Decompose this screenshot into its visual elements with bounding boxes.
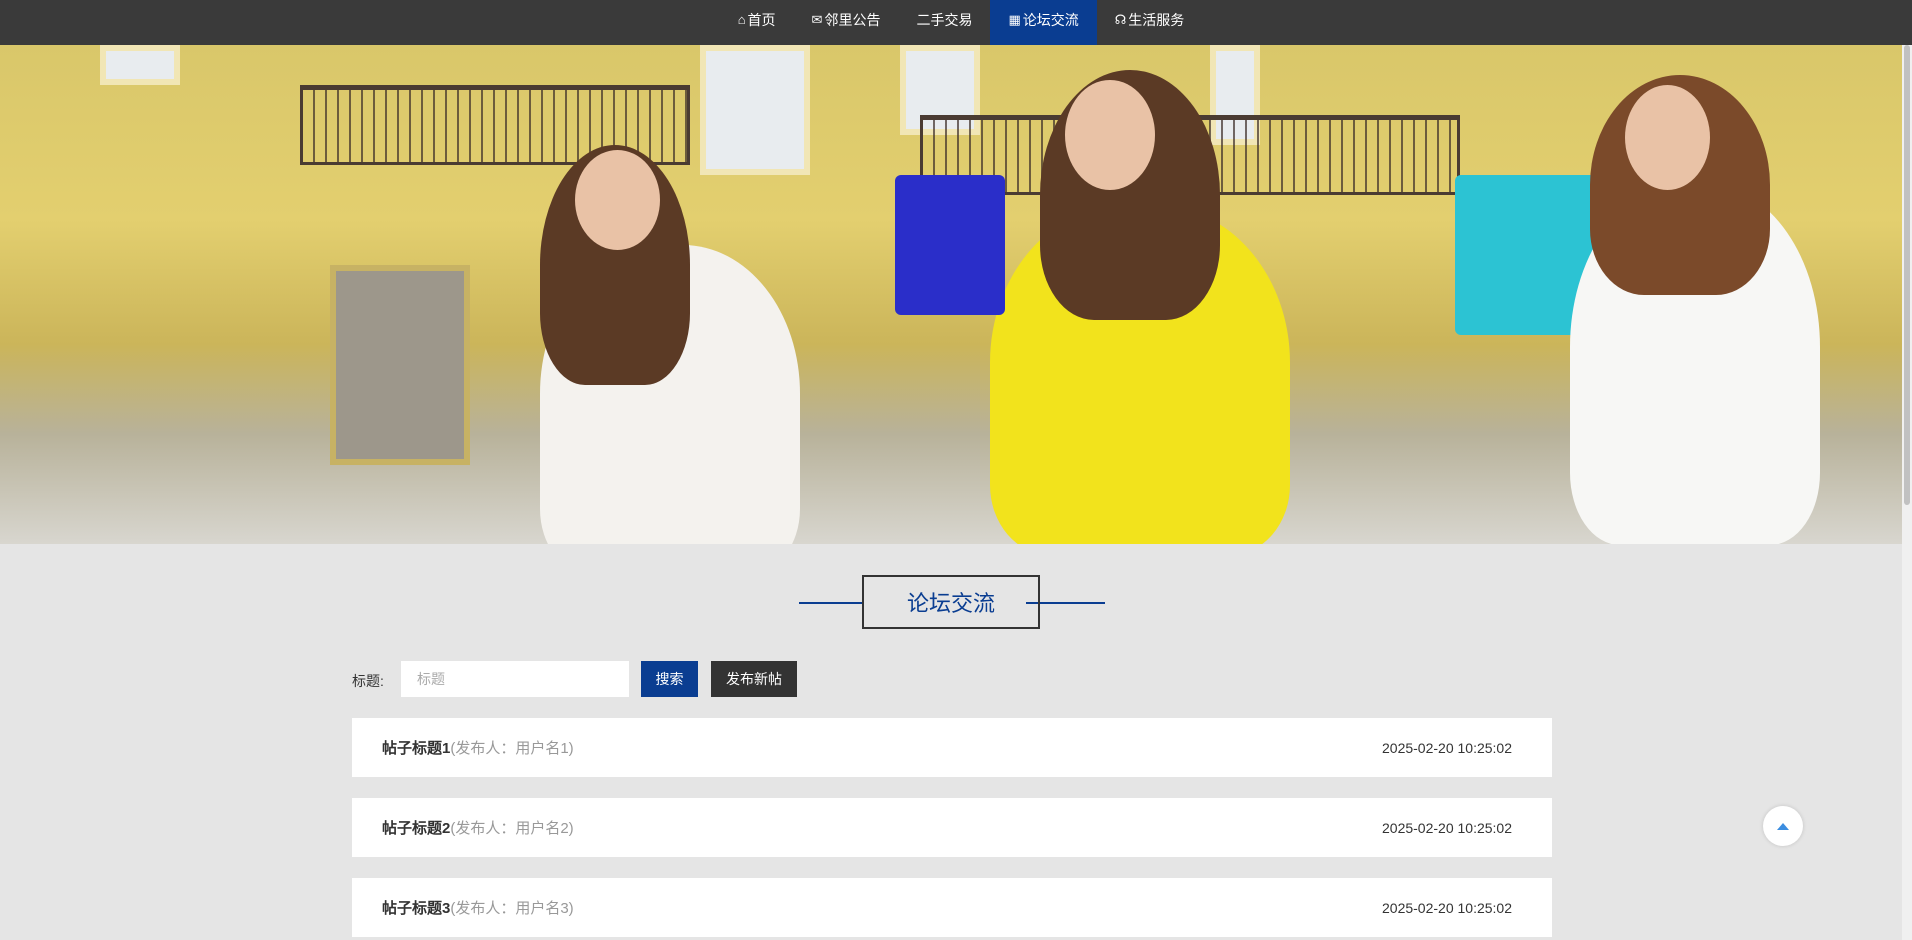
headset-icon: ☊	[1114, 12, 1127, 27]
post-author: (发布人：用户名3)	[450, 900, 574, 917]
back-to-top-button[interactable]	[1763, 806, 1803, 846]
post-title: 帖子标题2	[382, 820, 451, 837]
post-date: 2025-02-20 10:25:02	[1382, 739, 1512, 756]
post-date: 2025-02-20 10:25:02	[1382, 899, 1512, 916]
nav-item-forum[interactable]: ▦ 论坛交流	[990, 0, 1097, 45]
title-search-label: 标题:	[352, 673, 384, 689]
new-post-button[interactable]: 发布新帖	[711, 661, 797, 697]
nav-item-services[interactable]: ☊ 生活服务	[1097, 0, 1203, 45]
nav-label: 生活服务	[1128, 12, 1185, 28]
envelope-icon: ✉	[811, 12, 823, 27]
search-button[interactable]: 搜索	[641, 661, 698, 697]
nav-label: 论坛交流	[1022, 12, 1079, 28]
post-title: 帖子标题1	[382, 740, 451, 757]
banner-image	[0, 45, 1902, 544]
nav-item-notices[interactable]: ✉ 邻里公告	[794, 0, 899, 45]
section-title-text: 论坛交流	[906, 591, 995, 616]
post-date: 2025-02-20 10:25:02	[1382, 819, 1512, 836]
home-icon: ⌂	[737, 12, 746, 27]
post-author: (发布人：用户名2)	[450, 820, 574, 837]
arrow-up-icon	[1777, 822, 1789, 830]
top-nav: ⌂ 首页 ✉ 邻里公告 二手交易 ▦ 论坛交流 ☊ 生活服务	[0, 0, 1912, 45]
title-search-input[interactable]	[401, 661, 629, 697]
post-list-item[interactable]: 帖子标题1(发布人：用户名1) 2025-02-20 10:25:02	[352, 718, 1552, 777]
nav-label: 二手交易	[916, 12, 973, 28]
post-author: (发布人：用户名1)	[450, 740, 574, 757]
nav-item-home[interactable]: ⌂ 首页	[720, 0, 794, 45]
post-title: 帖子标题3	[382, 900, 451, 917]
scrollbar-thumb[interactable]	[1904, 45, 1910, 505]
nav-label: 首页	[747, 12, 776, 28]
grid-icon: ▦	[1008, 12, 1021, 27]
title-decor-line-left	[799, 602, 862, 604]
post-list-item[interactable]: 帖子标题3(发布人：用户名3) 2025-02-20 10:25:02	[352, 878, 1552, 937]
nav-label: 邻里公告	[824, 12, 881, 28]
section-title: 论坛交流	[862, 575, 1040, 629]
page-scrollbar[interactable]	[1902, 45, 1912, 940]
post-list-item[interactable]: 帖子标题2(发布人：用户名2) 2025-02-20 10:25:02	[352, 798, 1552, 857]
nav-item-secondhand[interactable]: 二手交易	[898, 0, 990, 45]
